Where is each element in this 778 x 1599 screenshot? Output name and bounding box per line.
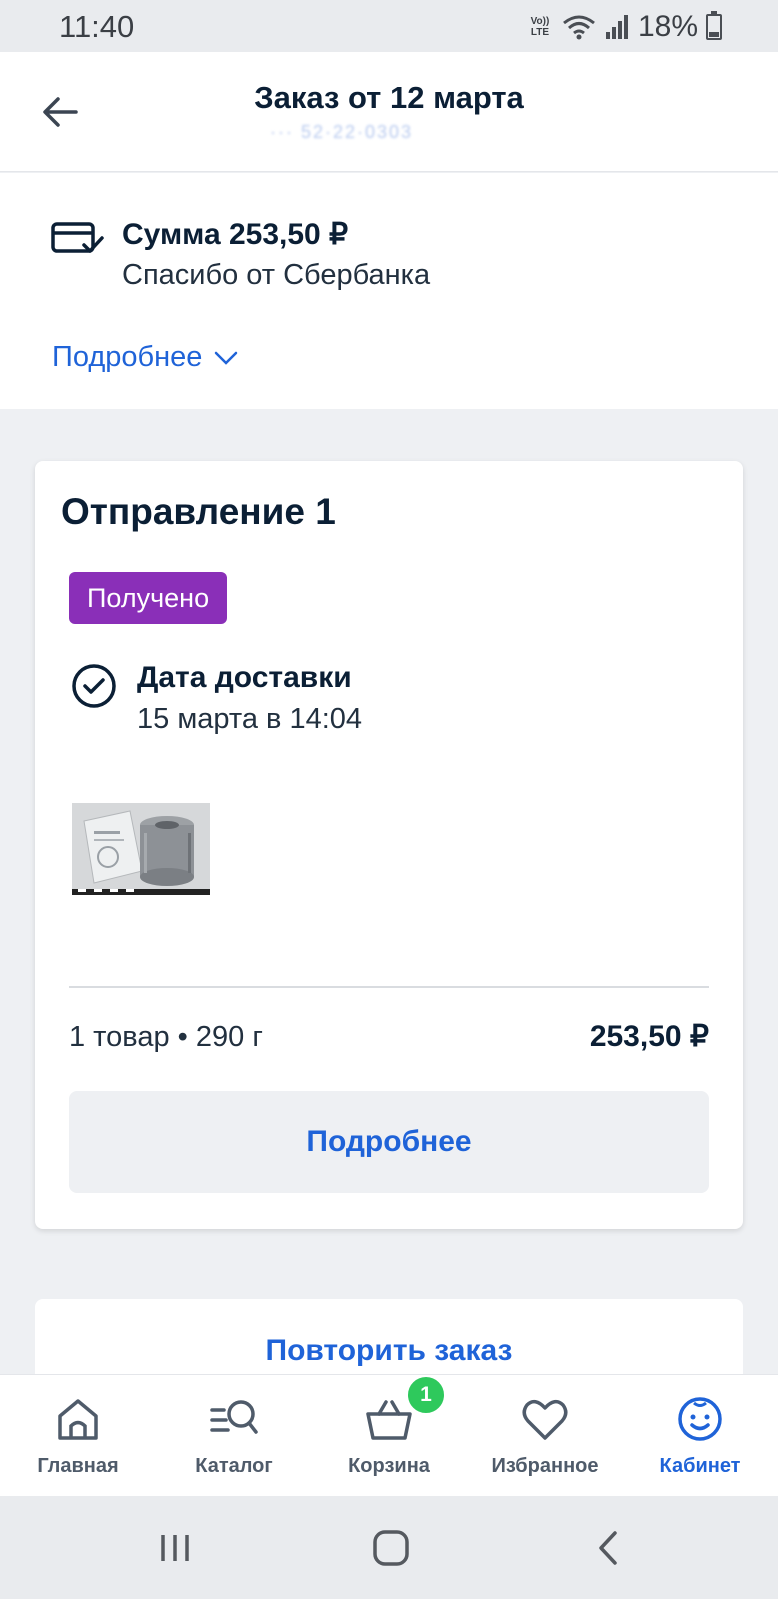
catalog-search-icon	[210, 1400, 258, 1434]
product-thumbnail[interactable]	[72, 803, 210, 895]
recent-apps-icon	[161, 1535, 189, 1561]
heart-icon	[522, 1399, 568, 1440]
recent-apps-button[interactable]	[145, 1526, 205, 1570]
delivery-date: 15 марта в 14:04	[137, 703, 363, 735]
home-nav-button[interactable]	[361, 1526, 421, 1570]
repeat-order-label: Повторить заказ	[265, 1334, 513, 1367]
check-circle-icon	[72, 664, 116, 708]
tab-cart[interactable]: 1 Корзина	[311, 1375, 467, 1497]
tab-favorites-label: Избранное	[491, 1455, 599, 1477]
page-title: Заказ от 12 марта	[254, 80, 524, 115]
status-badge: Получено	[69, 572, 228, 624]
battery-icon	[706, 11, 722, 40]
chevron-down-icon	[215, 351, 238, 365]
top-app-bar: Заказ от 12 марта ··· 52·22·0303	[0, 52, 778, 172]
home-square-icon	[373, 1530, 409, 1566]
items-info: 1 товар • 290 г	[69, 1021, 263, 1053]
battery-percent: 18%	[637, 10, 698, 43]
payment-summary: Сумма 253,50 ₽ Спасибо от Сбербанка Подр…	[0, 173, 778, 409]
tab-home-label: Главная	[37, 1455, 119, 1477]
oil-filter-image	[72, 803, 210, 895]
wifi-icon	[563, 15, 595, 40]
cart-count-badge: 1	[406, 1375, 446, 1415]
tab-profile[interactable]: Кабинет	[622, 1375, 778, 1497]
delivery-label: Дата доставки	[137, 661, 352, 694]
home-icon	[58, 1399, 98, 1440]
tab-home[interactable]: Главная	[0, 1375, 156, 1497]
status-icons: Vo)) LTE 18%	[526, 10, 722, 44]
shipment-price: 253,50 ₽	[589, 1020, 709, 1053]
back-nav-button[interactable]	[578, 1526, 638, 1570]
smiley-profile-icon	[678, 1397, 722, 1441]
card-check-icon	[51, 222, 104, 253]
basket-icon	[366, 1400, 412, 1440]
bottom-tab-bar: Главная Каталог 1 Корзина Избранное Каби…	[0, 1374, 778, 1496]
signal-icon	[605, 15, 628, 39]
summary-more-label: Подробнее	[52, 341, 203, 373]
order-sum: Сумма 253,50 ₽	[122, 218, 349, 251]
shipment-title: Отправление 1	[61, 491, 336, 532]
volte-indicator: Vo)) LTE	[526, 16, 554, 38]
shipment-card: Отправление 1 Получено Дата доставки 15 …	[35, 461, 743, 1229]
status-time: 11:40	[59, 9, 135, 44]
summary-more-link[interactable]: Подробнее	[52, 341, 238, 374]
volte-bottom: LTE	[530, 27, 550, 38]
shipment-details-button[interactable]: Подробнее	[69, 1091, 709, 1193]
volte-top: Vo))	[530, 16, 550, 27]
divider	[69, 986, 709, 988]
payment-method: Спасибо от Сбербанка	[122, 259, 431, 291]
chevron-left-icon	[599, 1531, 617, 1565]
order-number: ··· 52·22·0303	[270, 122, 414, 142]
system-nav-bar	[0, 1496, 778, 1599]
tab-favorites[interactable]: Избранное	[467, 1375, 623, 1497]
tab-catalog-label: Каталог	[195, 1455, 273, 1477]
tab-cart-label: Корзина	[348, 1455, 430, 1477]
tab-catalog[interactable]: Каталог	[156, 1375, 312, 1497]
tab-profile-label: Кабинет	[659, 1455, 741, 1477]
status-bar: 11:40 Vo)) LTE 18%	[0, 0, 778, 52]
